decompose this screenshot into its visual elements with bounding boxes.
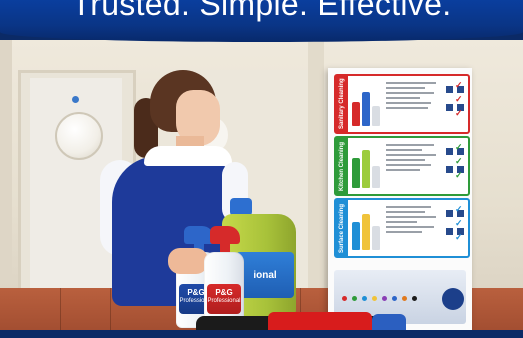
brand-logo-icon bbox=[352, 296, 357, 301]
check-icon: ✓ bbox=[455, 204, 463, 214]
brand-logo-icon bbox=[402, 296, 407, 301]
bottle-illustration bbox=[362, 214, 370, 250]
bottle-illustration bbox=[372, 106, 380, 126]
large-bottle-label: ional bbox=[236, 252, 294, 298]
check-icon: ✓ bbox=[455, 108, 463, 118]
bottle-illustration bbox=[372, 226, 380, 250]
door-sign-dot bbox=[72, 96, 79, 103]
pg-professional-logo-icon bbox=[442, 288, 464, 310]
left-wall bbox=[0, 40, 12, 280]
check-icon: ✓ bbox=[455, 94, 463, 104]
panel-bottles-illustration bbox=[352, 82, 382, 126]
panel-instructions bbox=[386, 206, 442, 250]
brand-logo-icon bbox=[392, 296, 397, 301]
instruction-icon bbox=[446, 86, 453, 93]
panel-label: Kitchen Cleaning bbox=[336, 138, 348, 194]
brand-logo-icon bbox=[362, 296, 367, 301]
panel-label: Sanitary Cleaning bbox=[336, 76, 348, 132]
check-icon: ✓ bbox=[455, 142, 463, 152]
instruction-icon bbox=[446, 166, 453, 173]
bottle-illustration bbox=[352, 158, 360, 188]
bottle-illustration bbox=[362, 150, 370, 188]
brand-logo-icon bbox=[382, 296, 387, 301]
bottle-illustration bbox=[362, 92, 370, 126]
spray-label-sub: Professional bbox=[207, 297, 241, 304]
check-icon: ✓ bbox=[455, 218, 463, 228]
check-icon: ✓ bbox=[455, 232, 463, 242]
chart-panel-surface: Surface Cleaning ✓ ✓ ✓ bbox=[334, 198, 470, 258]
panel-bottles-illustration bbox=[352, 206, 382, 250]
panel-label: Surface Cleaning bbox=[336, 200, 348, 256]
woman-hand bbox=[168, 248, 208, 274]
bottle-illustration bbox=[352, 222, 360, 250]
instruction-icon bbox=[446, 210, 453, 217]
check-icon: ✓ bbox=[455, 170, 463, 180]
header-banner: Trusted. Simple. Effective. bbox=[0, 0, 523, 42]
chart-panel-kitchen: Kitchen Cleaning ✓ ✓ ✓ bbox=[334, 136, 470, 196]
bottle-illustration bbox=[372, 166, 380, 188]
bottom-bar bbox=[0, 330, 523, 338]
instruction-icon bbox=[446, 104, 453, 111]
panel-instructions bbox=[386, 144, 442, 188]
panel-instructions bbox=[386, 82, 442, 126]
wall-pillar bbox=[308, 40, 324, 300]
check-icon: ✓ bbox=[455, 156, 463, 166]
door-porthole bbox=[55, 112, 103, 160]
panel-bottles-illustration bbox=[352, 144, 382, 188]
chart-panel-sanitary: Sanitary Cleaning ✓ ✓ ✓ bbox=[334, 74, 470, 134]
pg-logo: P&G bbox=[215, 288, 233, 297]
photo-frame: Sanitary Cleaning ✓ ✓ ✓ Kitchen Cleaning… bbox=[0, 0, 523, 338]
brand-logo-icon bbox=[412, 296, 417, 301]
spray-label-red: P&G Professional bbox=[207, 284, 241, 314]
brand-logo-icon bbox=[372, 296, 377, 301]
cleaning-chart-poster: Sanitary Cleaning ✓ ✓ ✓ Kitchen Cleaning… bbox=[328, 68, 472, 330]
brand-logo-icon bbox=[342, 296, 347, 301]
instruction-icon bbox=[446, 228, 453, 235]
tagline: Trusted. Simple. Effective. bbox=[71, 0, 452, 22]
instruction-icon bbox=[446, 148, 453, 155]
bottle-illustration bbox=[352, 102, 360, 126]
woman-collar bbox=[144, 146, 232, 166]
check-icon: ✓ bbox=[455, 80, 463, 90]
